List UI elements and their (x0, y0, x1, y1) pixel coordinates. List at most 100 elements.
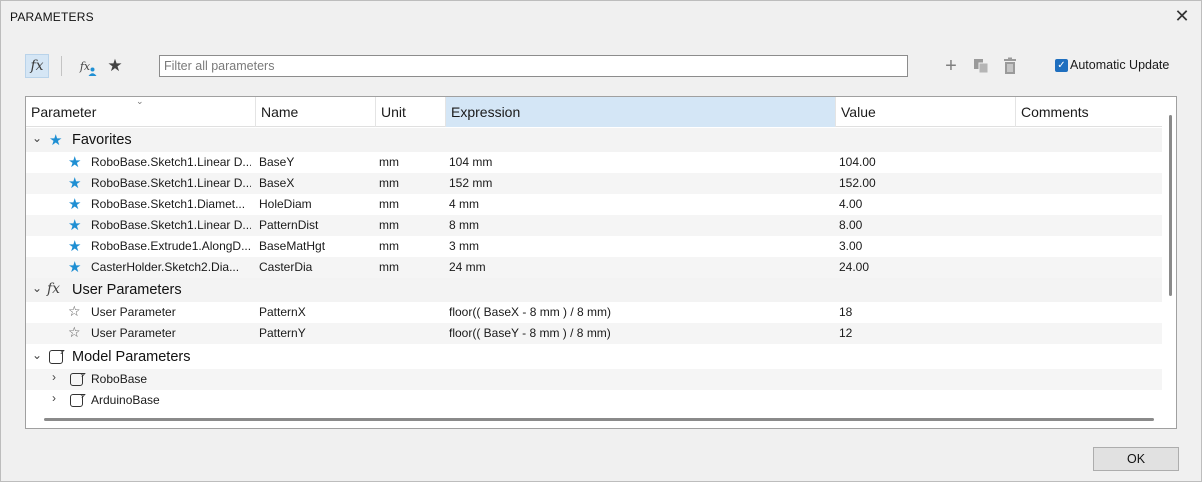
cell-comments[interactable] (1019, 323, 1159, 344)
automatic-update-label: Automatic Update (1070, 58, 1170, 72)
table-row[interactable]: ★ CasterHolder.Sketch2.Dia... CasterDia mm 2… (26, 257, 1162, 278)
checkbox-checked-icon[interactable]: ✓ (1055, 58, 1068, 72)
chevron-down-icon[interactable]: ⌄ (32, 131, 42, 145)
favorite-star-icon[interactable]: ★ (68, 174, 81, 192)
cell-name[interactable]: BaseMatHgt (259, 236, 374, 257)
column-header-parameter[interactable]: Parameter ⌄ (26, 97, 256, 127)
cell-value: 3.00 (839, 239, 863, 253)
group-row-model-parameters[interactable]: ⌄ Model Parameters (26, 345, 1162, 369)
chevron-right-icon[interactable]: › (52, 370, 56, 384)
horizontal-scrollbar[interactable] (44, 418, 1154, 421)
cell-unit (379, 323, 444, 344)
vertical-scrollbar[interactable] (1169, 115, 1172, 296)
favorite-star-icon[interactable]: ★ (68, 237, 81, 255)
fx-icon[interactable]: fx (25, 54, 49, 78)
chevron-right-icon[interactable]: › (52, 391, 56, 405)
toolbar-separator (61, 56, 62, 76)
cell-value: 24.00 (839, 260, 870, 274)
cell-name[interactable]: PatternY (259, 323, 374, 344)
close-icon[interactable]: ✕ (1171, 5, 1193, 27)
group-label-user-parameters: User Parameters (72, 282, 182, 298)
unfavorited-star-icon[interactable]: ☆ (68, 324, 81, 341)
table-row[interactable]: ★ RoboBase.Sketch1.Diamet... HoleDiam mm 4 m… (26, 194, 1162, 215)
model-child-label: ArduinoBase (91, 393, 160, 407)
cell-unit: mm (379, 260, 399, 274)
cell-unit (379, 302, 444, 323)
component-cube-icon (70, 394, 83, 407)
group-label-favorites: Favorites (72, 132, 132, 148)
cell-expression[interactable]: 152 mm (449, 173, 834, 194)
cell-comments[interactable] (1019, 152, 1159, 173)
favorites-star-icon: ★ (49, 132, 63, 149)
fx-user-icon: fx (80, 60, 97, 76)
column-header-expression[interactable]: Expression (446, 97, 836, 127)
column-header-value[interactable]: Value (836, 97, 1016, 127)
model-child-row[interactable]: › ArduinoBase (26, 390, 1162, 411)
cell-comments[interactable] (1019, 257, 1159, 278)
cell-comments[interactable] (1019, 173, 1159, 194)
table-row[interactable]: ★ RoboBase.Extrude1.AlongD... BaseMatHgt mm… (26, 236, 1162, 257)
cell-value: 104.00 (839, 155, 876, 169)
table-row[interactable]: ★ RoboBase.Sketch1.Linear D... BaseX mm 152 … (26, 173, 1162, 194)
cell-comments[interactable] (1019, 194, 1159, 215)
cell-expression[interactable]: floor(( BaseX - 8 mm ) / 8 mm) (449, 302, 834, 323)
cell-name[interactable]: PatternDist (259, 215, 374, 236)
cell-value: 12 (839, 326, 853, 340)
cell-name[interactable]: PatternX (259, 302, 374, 323)
component-cube-icon (70, 373, 83, 386)
table-row[interactable]: ★ RoboBase.Sketch1.Linear D... BaseY mm 104 … (26, 152, 1162, 173)
cell-expression[interactable]: floor(( BaseY - 8 mm ) / 8 mm) (449, 323, 834, 344)
ok-button[interactable]: OK (1093, 447, 1179, 471)
cell-expression[interactable]: 24 mm (449, 257, 834, 278)
column-header-comments[interactable]: Comments (1016, 97, 1162, 127)
cell-comments[interactable] (1019, 215, 1159, 236)
parameters-table: Parameter ⌄ Name Unit Expression Value C… (25, 96, 1177, 429)
cell-value: 18 (839, 305, 853, 319)
filter-parameters-input[interactable] (159, 55, 908, 77)
chevron-down-icon[interactable]: ⌄ (32, 348, 42, 362)
cell-expression[interactable]: 3 mm (449, 236, 834, 257)
cell-expression[interactable]: 104 mm (449, 152, 834, 173)
cell-unit: mm (379, 197, 399, 211)
cell-name[interactable]: CasterDia (259, 257, 374, 278)
favorites-filter-star-icon[interactable]: ★ (103, 54, 127, 78)
column-header-unit[interactable]: Unit (376, 97, 446, 127)
favorite-star-icon[interactable]: ★ (68, 258, 81, 276)
table-row[interactable]: ★ RoboBase.Sketch1.Linear D... PatternDist… (26, 215, 1162, 236)
cell-value: 8.00 (839, 218, 863, 232)
cell-name[interactable]: BaseX (259, 173, 374, 194)
copy-icon[interactable] (969, 54, 993, 78)
group-row-user-parameters[interactable]: ⌄ fx User Parameters (26, 278, 1162, 302)
add-parameter-plus-icon[interactable]: + (939, 54, 963, 78)
model-child-row[interactable]: › RoboBase (26, 369, 1162, 390)
favorite-star-icon[interactable]: ★ (68, 195, 81, 213)
cell-parameter: User Parameter (91, 305, 176, 319)
cell-unit: mm (379, 155, 399, 169)
table-row[interactable]: ☆ User Parameter PatternY floor(( BaseY - 8… (26, 323, 1162, 344)
cell-comments[interactable] (1019, 302, 1159, 323)
cell-expression[interactable]: 4 mm (449, 194, 834, 215)
delete-trash-icon[interactable] (998, 54, 1022, 78)
parameters-dialog: PARAMETERS ✕ fx fx ★ + ✓ (0, 0, 1202, 482)
chevron-down-icon[interactable]: ⌄ (32, 281, 42, 295)
automatic-update-checkbox[interactable]: ✓ Automatic Update (1055, 58, 1169, 72)
table-row[interactable]: ☆ User Parameter PatternX floor(( BaseX - 8… (26, 302, 1162, 323)
cell-unit: mm (379, 218, 399, 232)
unfavorited-star-icon[interactable]: ☆ (68, 303, 81, 320)
cell-parameter: RoboBase.Sketch1.Linear D... (91, 176, 251, 190)
cell-expression[interactable]: 8 mm (449, 215, 834, 236)
model-child-label: RoboBase (91, 372, 148, 386)
group-row-favorites[interactable]: ⌄ ★ Favorites (26, 128, 1162, 152)
cell-comments[interactable] (1019, 236, 1159, 257)
sort-caret-icon: ⌄ (136, 96, 144, 106)
cell-unit: mm (379, 176, 399, 190)
favorite-star-icon[interactable]: ★ (68, 153, 81, 171)
cell-parameter: RoboBase.Sketch1.Linear D... (91, 218, 251, 232)
cell-unit: mm (379, 239, 399, 253)
cell-parameter: User Parameter (91, 326, 176, 340)
cell-name[interactable]: BaseY (259, 152, 374, 173)
favorite-star-icon[interactable]: ★ (68, 216, 81, 234)
column-header-name[interactable]: Name (256, 97, 376, 127)
fx-user-filter-button[interactable]: fx (73, 54, 97, 78)
cell-name[interactable]: HoleDiam (259, 194, 374, 215)
